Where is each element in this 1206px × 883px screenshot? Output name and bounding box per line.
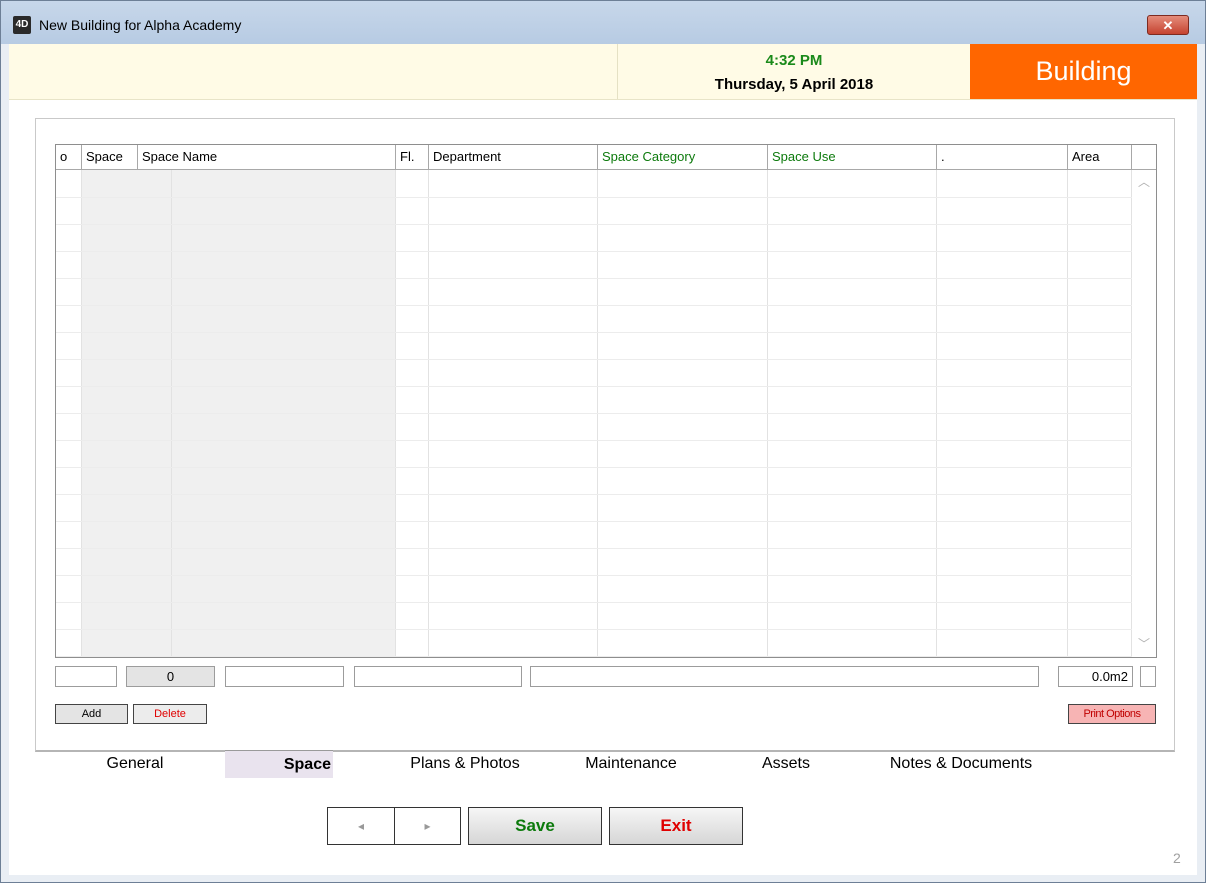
- space-grid[interactable]: o Space Space Name Fl. Department Space …: [55, 144, 1157, 658]
- next-record-button[interactable]: ▸: [394, 807, 461, 845]
- tab-space[interactable]: Space: [225, 750, 333, 778]
- space-count: 0: [126, 666, 215, 687]
- summary-field-category-use: [530, 666, 1039, 687]
- summary-field-extra: [1140, 666, 1156, 687]
- grid-row-separator: [56, 548, 1132, 549]
- grid-row-separator: [56, 413, 1132, 414]
- grid-row-separator: [56, 467, 1132, 468]
- close-button[interactable]: ✕: [1147, 15, 1189, 35]
- save-button[interactable]: Save: [468, 807, 602, 845]
- next-icon: ▸: [424, 819, 431, 833]
- previous-record-button[interactable]: ◂: [327, 807, 395, 845]
- grid-row-separator: [56, 656, 1132, 657]
- area-total: 0.0m2: [1058, 666, 1133, 687]
- page-number: 2: [1173, 850, 1181, 866]
- grid-row-separator: [56, 197, 1132, 198]
- grid-row-separator: [56, 386, 1132, 387]
- grid-row-separator: [56, 224, 1132, 225]
- app-logo-icon: 4D: [13, 16, 31, 34]
- grid-row-separator: [56, 521, 1132, 522]
- grid-row-separator: [56, 278, 1132, 279]
- current-date: Thursday, 5 April 2018: [714, 76, 874, 93]
- grid-row-separator: [56, 251, 1132, 252]
- column-header-space[interactable]: Space: [82, 145, 138, 169]
- add-button[interactable]: Add: [55, 704, 128, 724]
- tab-notes-documents[interactable]: Notes & Documents: [871, 750, 1051, 778]
- grid-row-separator: [56, 575, 1132, 576]
- module-badge: Building: [970, 44, 1197, 99]
- app-window: 4D New Building for Alpha Academy ✕ 4:32…: [0, 0, 1206, 883]
- client-area: 4:32 PM Thursday, 5 April 2018 Building …: [9, 44, 1197, 875]
- column-header-area[interactable]: Area: [1068, 145, 1132, 169]
- grid-row-separator: [56, 494, 1132, 495]
- scroll-down-icon[interactable]: ﹀: [1134, 635, 1154, 651]
- exit-button[interactable]: Exit: [609, 807, 743, 845]
- grid-row-separator: [56, 332, 1132, 333]
- tab-bar: General Space Plans & Photos Maintenance…: [9, 750, 1197, 780]
- grid-row-separator: [56, 305, 1132, 306]
- column-header-space-name[interactable]: Space Name: [138, 145, 396, 169]
- summary-field-o: [55, 666, 117, 687]
- header-band: 4:32 PM Thursday, 5 April 2018 Building: [9, 44, 1197, 100]
- datetime-box: 4:32 PM Thursday, 5 April 2018: [617, 44, 970, 99]
- grid-row-separator: [56, 602, 1132, 603]
- column-header-space-use[interactable]: Space Use: [768, 145, 937, 169]
- grid-header: o Space Space Name Fl. Department Space …: [56, 145, 1156, 170]
- previous-icon: ◂: [357, 819, 365, 833]
- scroll-up-icon[interactable]: ︿: [1134, 173, 1154, 189]
- title-bar[interactable]: 4D New Building for Alpha Academy ✕: [1, 1, 1205, 44]
- column-header-floor[interactable]: Fl.: [396, 145, 429, 169]
- tab-general[interactable]: General: [75, 750, 195, 778]
- grid-row-separator: [56, 440, 1132, 441]
- space-panel: o Space Space Name Fl. Department Space …: [35, 118, 1175, 752]
- column-header-o[interactable]: o: [56, 145, 82, 169]
- column-header-dot[interactable]: .: [937, 145, 1068, 169]
- delete-button[interactable]: Delete: [133, 704, 207, 724]
- current-time: 4:32 PM: [765, 52, 823, 69]
- tab-assets[interactable]: Assets: [723, 750, 849, 778]
- summary-field-name: [225, 666, 344, 687]
- window-title: New Building for Alpha Academy: [39, 17, 242, 33]
- grid-row-separator: [56, 629, 1132, 630]
- column-header-department[interactable]: Department: [429, 145, 598, 169]
- print-options-button[interactable]: Print Options: [1068, 704, 1156, 724]
- column-header-space-category[interactable]: Space Category: [598, 145, 768, 169]
- grid-row-separator: [56, 359, 1132, 360]
- tab-maintenance[interactable]: Maintenance: [565, 750, 697, 778]
- summary-field-department: [354, 666, 522, 687]
- tab-plans-photos[interactable]: Plans & Photos: [387, 750, 543, 778]
